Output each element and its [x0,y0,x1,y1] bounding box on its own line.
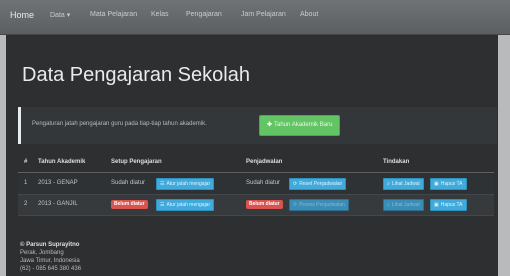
info-text: Pengaturan jatah pengajaran guru pada ti… [32,121,207,127]
setup-status: Sudah diatur [111,180,146,186]
row-year: 2013 - GENAP [38,180,78,186]
hapus-ta-label: Hapus TA [440,202,463,208]
navbar: Home Data ▾ Mata Pelajaran Kelas Pengaja… [0,0,510,35]
nav-about[interactable]: About [300,11,318,18]
header-penjadwalan: Penjadwalan [246,159,283,165]
hapus-ta-button[interactable]: ▣ Hapus TA [430,199,467,211]
search-icon: ⌕ [387,202,390,208]
proses-penjadwalan-label: Proses Penjadwalan [299,202,345,208]
refresh-icon: ⟳ [293,202,298,208]
header-tindakan: Tindakan [383,159,410,165]
nav-data-dropdown[interactable]: Data ▾ [50,11,70,19]
table-header: # Tahun Akademik Setup Pengajaran Penjad… [18,154,494,173]
header-setup-pengajaran: Setup Pengajaran [111,159,162,165]
lihat-jadwal-label: Lihat Jadwal [391,202,420,208]
header-tahun-akademik: Tahun Akademik [38,159,86,165]
setup-status-badge: Belum diatur [111,200,148,209]
new-academic-year-button[interactable]: ✚ Tahun Akademik Baru [259,115,341,136]
nav-pengajaran[interactable]: Pengajaran [186,11,222,18]
list-icon: ☰ [160,181,165,187]
footer-phone: (62) - 085 645 380 436 [20,266,82,272]
table-row: 1 2013 - GENAP Sudah diatur ☰ Atur jatah … [18,174,494,195]
atur-jatah-button[interactable]: ☰ Atur jatah mengajar [156,178,215,190]
lihat-jadwal-button[interactable]: ⌕ Lihat Jadwal [383,199,424,211]
list-icon: ☰ [160,202,165,208]
nav-mata-pelajaran[interactable]: Mata Pelajaran [90,11,137,18]
row-number: 1 [24,180,28,186]
nav-home-brand[interactable]: Home [10,10,34,20]
row-year: 2013 - GANJIL [38,201,78,207]
lihat-jadwal-label: Lihat Jadwal [391,181,420,187]
schedule-status: Sudah diatur [246,180,281,186]
trash-icon: ▣ [434,202,439,208]
schedule-status-badge: Belum diatur [246,200,283,209]
search-icon: ⌕ [387,181,390,187]
refresh-icon: ⟳ [293,181,298,187]
footer: © Parsun Suprayitno Perak, Jombang Jawa … [20,241,81,273]
info-box: Pengaturan jatah pengajaran guru pada ti… [18,107,497,144]
footer-address-line2: Jawa Timur, Indonesia [20,258,80,264]
trash-icon: ▣ [434,181,439,187]
page-title: Data Pengajaran Sekolah [22,64,250,86]
new-academic-year-label: Tahun Akademik Baru [274,122,333,128]
atur-jatah-label: Atur jatah mengajar [166,181,211,187]
nav-kelas[interactable]: Kelas [151,11,169,18]
hapus-ta-label: Hapus TA [440,181,463,187]
table-row: 2 2013 - GANJIL Belum diatur ☰ Atur jatah… [18,195,494,216]
reset-penjadwalan-label: Reset Penjadwalan [299,181,343,187]
lihat-jadwal-button[interactable]: ⌕ Lihat Jadwal [383,178,424,190]
header-number: # [24,159,28,165]
row-number: 2 [24,201,28,207]
footer-address-line1: Perak, Jombang [20,250,64,256]
plus-icon: ✚ [267,122,273,128]
hapus-ta-button[interactable]: ▣ Hapus TA [430,178,467,190]
reset-penjadwalan-button[interactable]: ⟳ Reset Penjadwalan [289,178,347,190]
footer-name: © Parsun Suprayitno [20,242,80,248]
nav-jam-pelajaran[interactable]: Jam Pelajaran [241,11,286,18]
proses-penjadwalan-button[interactable]: ⟳ Proses Penjadwalan [289,199,349,211]
atur-jatah-label: Atur jatah mengajar [166,202,211,208]
atur-jatah-button[interactable]: ☰ Atur jatah mengajar [156,199,215,211]
